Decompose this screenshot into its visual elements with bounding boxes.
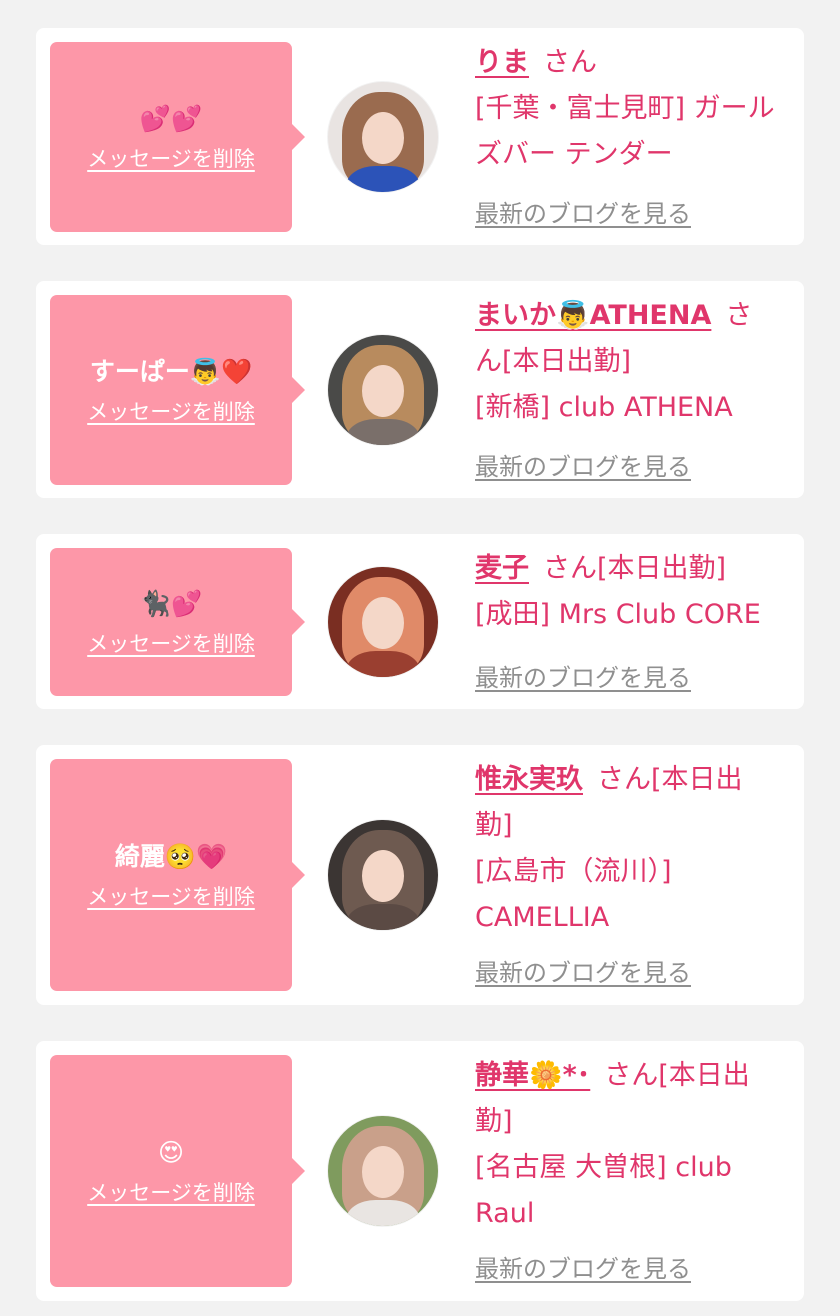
latest-blog-link[interactable]: 最新のブログを見る: [475, 1249, 691, 1284]
delete-message-link[interactable]: メッセージを削除: [87, 881, 255, 911]
message-text: 🐈‍⬛💕: [139, 589, 203, 618]
latest-blog-link[interactable]: 最新のブログを見る: [475, 194, 691, 229]
honorific: さん: [597, 764, 651, 795]
avatar[interactable]: [328, 567, 438, 677]
attendance-status: [本日出勤]: [597, 553, 727, 584]
message-bubble: すーぱー👼❤️ メッセージを削除: [50, 295, 305, 485]
honorific: さん: [543, 47, 597, 78]
avatar-face: [362, 365, 404, 417]
cast-name-link[interactable]: まいか👼ATHENA: [475, 300, 711, 331]
cast-name-link[interactable]: 麦子: [475, 553, 529, 584]
message-card: 😍 メッセージを削除 静華🌼*･ さん[本日出勤] [名古屋 大曽根] club …: [36, 1041, 804, 1301]
message-text: 綺麗🥺💗: [114, 842, 228, 871]
shop-name: [千葉・富士見町] ガールズバー テンダー: [475, 93, 775, 170]
honorific: さん: [543, 553, 597, 584]
avatar-face: [362, 597, 404, 649]
cast-info: まいか👼ATHENA さ ん[本日出勤] [新橋] club ATHENA: [475, 293, 793, 431]
latest-blog-link[interactable]: 最新のブログを見る: [475, 658, 691, 693]
latest-blog-link[interactable]: 最新のブログを見る: [475, 447, 691, 482]
avatar-body: [346, 904, 420, 930]
shop-name: [広島市（流川）] CAMELLIA: [475, 856, 672, 933]
message-card: 💕💕 メッセージを削除 りま さん [千葉・富士見町] ガールズバー テンダー 最…: [36, 28, 804, 245]
delete-message-link[interactable]: メッセージを削除: [87, 396, 255, 426]
message-text: 😍: [157, 1138, 185, 1167]
message-card: すーぱー👼❤️ メッセージを削除 まいか👼ATHENA さ ん[本日出勤] [新橋…: [36, 281, 804, 498]
attendance-status: ん[本日出勤]: [475, 346, 632, 377]
avatar-body: [346, 166, 420, 192]
avatar[interactable]: [328, 820, 438, 930]
cast-name-link[interactable]: 静華🌼*･: [475, 1060, 590, 1091]
cast-name-link[interactable]: 惟永実玖: [475, 764, 583, 795]
avatar-face: [362, 1146, 404, 1198]
message-bubble: 綺麗🥺💗 メッセージを削除: [50, 759, 305, 991]
message-text: 💕💕: [139, 104, 203, 133]
delete-message-link[interactable]: メッセージを削除: [87, 1177, 255, 1207]
avatar-body: [346, 419, 420, 445]
avatar-face: [362, 850, 404, 902]
cast-info: 惟永実玖 さん[本日出勤] [広島市（流川）] CAMELLIA: [475, 757, 775, 941]
message-bubble: 🐈‍⬛💕 メッセージを削除: [50, 548, 305, 696]
delete-message-link[interactable]: メッセージを削除: [87, 143, 255, 173]
message-card: 綺麗🥺💗 メッセージを削除 惟永実玖 さん[本日出勤] [広島市（流川）] CAM…: [36, 745, 804, 1005]
cast-name-link[interactable]: りま: [475, 47, 529, 78]
message-bubble: 💕💕 メッセージを削除: [50, 42, 305, 232]
latest-blog-link[interactable]: 最新のブログを見る: [475, 953, 691, 988]
avatar[interactable]: [328, 82, 438, 192]
honorific: さん: [604, 1060, 659, 1091]
message-bubble: 😍 メッセージを削除: [50, 1055, 305, 1287]
delete-message-link[interactable]: メッセージを削除: [87, 628, 255, 658]
shop-name: [名古屋 大曽根] club Raul: [475, 1152, 732, 1229]
avatar-body: [346, 1200, 420, 1226]
avatar[interactable]: [328, 335, 438, 445]
avatar[interactable]: [328, 1116, 438, 1226]
honorific: さ: [725, 300, 753, 331]
cast-info: 麦子 さん[本日出勤] [成田] Mrs Club CORE: [475, 546, 795, 638]
avatar-face: [362, 112, 404, 164]
avatar-body: [346, 651, 420, 677]
message-card: 🐈‍⬛💕 メッセージを削除 麦子 さん[本日出勤] [成田] Mrs Club C…: [36, 534, 804, 709]
message-list: 💕💕 メッセージを削除 りま さん [千葉・富士見町] ガールズバー テンダー 最…: [0, 0, 840, 1316]
shop-name: [新橋] club ATHENA: [475, 392, 733, 423]
shop-name: [成田] Mrs Club CORE: [475, 599, 761, 630]
cast-info: りま さん [千葉・富士見町] ガールズバー テンダー: [475, 40, 793, 178]
message-text: すーぱー👼❤️: [89, 357, 253, 386]
cast-info: 静華🌼*･ さん[本日出勤] [名古屋 大曽根] club Raul: [475, 1053, 785, 1237]
